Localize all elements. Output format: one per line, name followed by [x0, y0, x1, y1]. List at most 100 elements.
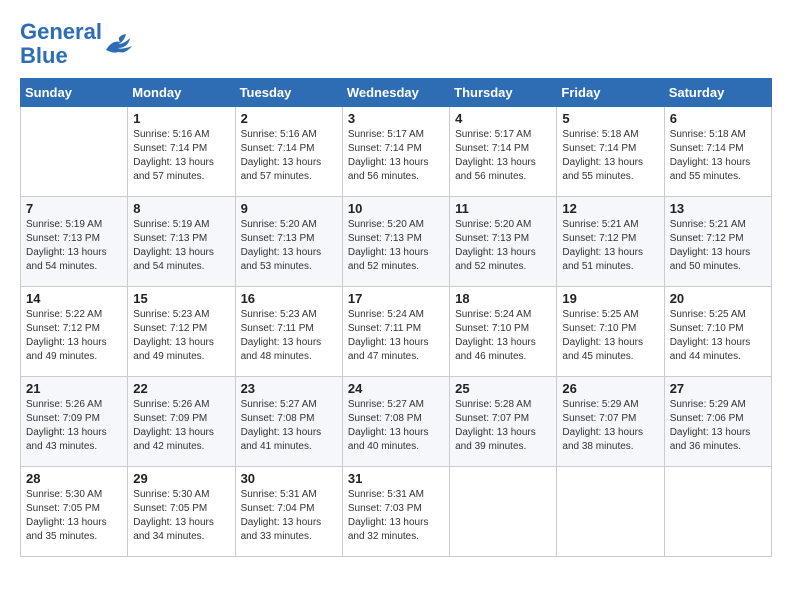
day-number: 19 — [562, 291, 658, 306]
calendar-cell: 21Sunrise: 5:26 AM Sunset: 7:09 PM Dayli… — [21, 377, 128, 467]
day-info: Sunrise: 5:20 AM Sunset: 7:13 PM Dayligh… — [348, 218, 444, 274]
day-info: Sunrise: 5:30 AM Sunset: 7:05 PM Dayligh… — [26, 488, 122, 544]
day-info: Sunrise: 5:24 AM Sunset: 7:10 PM Dayligh… — [455, 308, 551, 364]
day-info: Sunrise: 5:29 AM Sunset: 7:07 PM Dayligh… — [562, 398, 658, 454]
logo-text: General Blue — [20, 20, 102, 68]
day-info: Sunrise: 5:24 AM Sunset: 7:11 PM Dayligh… — [348, 308, 444, 364]
calendar-cell: 31 Sunrise: 5:31 AM Sunset: 7:03 PM Dayli… — [342, 467, 449, 557]
day-info: Sunrise: 5:18 AM Sunset: 7:14 PM Dayligh… — [562, 128, 658, 184]
calendar-cell: 29 Sunrise: 5:30 AM Sunset: 7:05 PM Dayli… — [128, 467, 235, 557]
calendar-cell: 2Sunrise: 5:16 AM Sunset: 7:14 PM Daylig… — [235, 107, 342, 197]
calendar-cell: 30 Sunrise: 5:31 AM Sunset: 7:04 PM Dayli… — [235, 467, 342, 557]
day-number: 14 — [26, 291, 122, 306]
day-info: Sunrise: 5:26 AM Sunset: 7:09 PM Dayligh… — [26, 398, 122, 454]
day-info: Sunrise: 5:23 AM Sunset: 7:11 PM Dayligh… — [241, 308, 337, 364]
day-number: 9 — [241, 201, 337, 216]
day-number: 15 — [133, 291, 229, 306]
day-number: 2 — [241, 111, 337, 126]
day-info: Sunrise: 5:30 AM Sunset: 7:05 PM Dayligh… — [133, 488, 229, 544]
calendar-cell: 5 Sunrise: 5:18 AM Sunset: 7:14 PM Daylig… — [557, 107, 664, 197]
day-info: Sunrise: 5:25 AM Sunset: 7:10 PM Dayligh… — [670, 308, 766, 364]
calendar-cell: 10 Sunrise: 5:20 AM Sunset: 7:13 PM Dayli… — [342, 197, 449, 287]
day-info: Sunrise: 5:28 AM Sunset: 7:07 PM Dayligh… — [455, 398, 551, 454]
calendar-cell: 9 Sunrise: 5:20 AM Sunset: 7:13 PM Daylig… — [235, 197, 342, 287]
day-number: 23 — [241, 381, 337, 396]
calendar-cell: 16 Sunrise: 5:23 AM Sunset: 7:11 PM Dayli… — [235, 287, 342, 377]
calendar-week-row: 7 Sunrise: 5:19 AM Sunset: 7:13 PM Daylig… — [21, 197, 772, 287]
calendar-cell: 19 Sunrise: 5:25 AM Sunset: 7:10 PM Dayli… — [557, 287, 664, 377]
day-number: 16 — [241, 291, 337, 306]
day-info: Sunrise: 5:23 AM Sunset: 7:12 PM Dayligh… — [133, 308, 229, 364]
weekday-header-thursday: Thursday — [450, 79, 557, 107]
calendar-cell: 8 Sunrise: 5:19 AM Sunset: 7:13 PM Daylig… — [128, 197, 235, 287]
calendar-cell — [450, 467, 557, 557]
calendar-week-row: 14 Sunrise: 5:22 AM Sunset: 7:12 PM Dayli… — [21, 287, 772, 377]
day-info: Sunrise: 5:19 AM Sunset: 7:13 PM Dayligh… — [26, 218, 122, 274]
day-number: 22 — [133, 381, 229, 396]
calendar-cell: 20 Sunrise: 5:25 AM Sunset: 7:10 PM Dayli… — [664, 287, 771, 377]
day-info: Sunrise: 5:27 AM Sunset: 7:08 PM Dayligh… — [241, 398, 337, 454]
day-number: 20 — [670, 291, 766, 306]
day-number: 24 — [348, 381, 444, 396]
day-info: Sunrise: 5:21 AM Sunset: 7:12 PM Dayligh… — [670, 218, 766, 274]
weekday-header-sunday: Sunday — [21, 79, 128, 107]
calendar-cell: 27 Sunrise: 5:29 AM Sunset: 7:06 PM Dayli… — [664, 377, 771, 467]
day-info: Sunrise: 5:26 AM Sunset: 7:09 PM Dayligh… — [133, 398, 229, 454]
calendar-cell — [557, 467, 664, 557]
day-number: 10 — [348, 201, 444, 216]
calendar-cell: 18 Sunrise: 5:24 AM Sunset: 7:10 PM Dayli… — [450, 287, 557, 377]
calendar-week-row: 28 Sunrise: 5:30 AM Sunset: 7:05 PM Dayli… — [21, 467, 772, 557]
day-number: 31 — [348, 471, 444, 486]
calendar-cell: 12Sunrise: 5:21 AM Sunset: 7:12 PM Dayli… — [557, 197, 664, 287]
day-info: Sunrise: 5:19 AM Sunset: 7:13 PM Dayligh… — [133, 218, 229, 274]
calendar-cell: 17 Sunrise: 5:24 AM Sunset: 7:11 PM Dayli… — [342, 287, 449, 377]
calendar-cell: 11Sunrise: 5:20 AM Sunset: 7:13 PM Dayli… — [450, 197, 557, 287]
day-info: Sunrise: 5:21 AM Sunset: 7:12 PM Dayligh… — [562, 218, 658, 274]
day-info: Sunrise: 5:29 AM Sunset: 7:06 PM Dayligh… — [670, 398, 766, 454]
calendar-cell: 22 Sunrise: 5:26 AM Sunset: 7:09 PM Dayli… — [128, 377, 235, 467]
day-info: Sunrise: 5:17 AM Sunset: 7:14 PM Dayligh… — [455, 128, 551, 184]
day-number: 30 — [241, 471, 337, 486]
weekday-header-monday: Monday — [128, 79, 235, 107]
calendar-cell: 26Sunrise: 5:29 AM Sunset: 7:07 PM Dayli… — [557, 377, 664, 467]
calendar-cell: 13 Sunrise: 5:21 AM Sunset: 7:12 PM Dayli… — [664, 197, 771, 287]
calendar-cell: 7 Sunrise: 5:19 AM Sunset: 7:13 PM Daylig… — [21, 197, 128, 287]
day-number: 28 — [26, 471, 122, 486]
weekday-header-saturday: Saturday — [664, 79, 771, 107]
calendar-header-row: SundayMondayTuesdayWednesdayThursdayFrid… — [21, 79, 772, 107]
day-number: 18 — [455, 291, 551, 306]
weekday-header-friday: Friday — [557, 79, 664, 107]
day-info: Sunrise: 5:20 AM Sunset: 7:13 PM Dayligh… — [455, 218, 551, 274]
calendar-cell: 23 Sunrise: 5:27 AM Sunset: 7:08 PM Dayli… — [235, 377, 342, 467]
day-info: Sunrise: 5:25 AM Sunset: 7:10 PM Dayligh… — [562, 308, 658, 364]
calendar-cell: 1Sunrise: 5:16 AM Sunset: 7:14 PM Daylig… — [128, 107, 235, 197]
calendar-week-row: 21Sunrise: 5:26 AM Sunset: 7:09 PM Dayli… — [21, 377, 772, 467]
calendar-table: SundayMondayTuesdayWednesdayThursdayFrid… — [20, 78, 772, 557]
day-info: Sunrise: 5:31 AM Sunset: 7:04 PM Dayligh… — [241, 488, 337, 544]
logo-bird-icon — [104, 32, 134, 56]
day-number: 29 — [133, 471, 229, 486]
day-info: Sunrise: 5:20 AM Sunset: 7:13 PM Dayligh… — [241, 218, 337, 274]
day-number: 25 — [455, 381, 551, 396]
day-info: Sunrise: 5:18 AM Sunset: 7:14 PM Dayligh… — [670, 128, 766, 184]
day-info: Sunrise: 5:27 AM Sunset: 7:08 PM Dayligh… — [348, 398, 444, 454]
calendar-cell: 25 Sunrise: 5:28 AM Sunset: 7:07 PM Dayli… — [450, 377, 557, 467]
day-info: Sunrise: 5:22 AM Sunset: 7:12 PM Dayligh… — [26, 308, 122, 364]
calendar-cell: 28 Sunrise: 5:30 AM Sunset: 7:05 PM Dayli… — [21, 467, 128, 557]
day-number: 27 — [670, 381, 766, 396]
calendar-cell: 24 Sunrise: 5:27 AM Sunset: 7:08 PM Dayli… — [342, 377, 449, 467]
day-number: 5 — [562, 111, 658, 126]
calendar-cell: 3Sunrise: 5:17 AM Sunset: 7:14 PM Daylig… — [342, 107, 449, 197]
day-info: Sunrise: 5:16 AM Sunset: 7:14 PM Dayligh… — [133, 128, 229, 184]
weekday-header-wednesday: Wednesday — [342, 79, 449, 107]
calendar-cell — [664, 467, 771, 557]
day-number: 3 — [348, 111, 444, 126]
page-header: General Blue — [20, 20, 772, 68]
weekday-header-tuesday: Tuesday — [235, 79, 342, 107]
day-info: Sunrise: 5:31 AM Sunset: 7:03 PM Dayligh… — [348, 488, 444, 544]
day-number: 7 — [26, 201, 122, 216]
day-number: 17 — [348, 291, 444, 306]
calendar-cell: 15 Sunrise: 5:23 AM Sunset: 7:12 PM Dayli… — [128, 287, 235, 377]
day-number: 13 — [670, 201, 766, 216]
day-number: 8 — [133, 201, 229, 216]
